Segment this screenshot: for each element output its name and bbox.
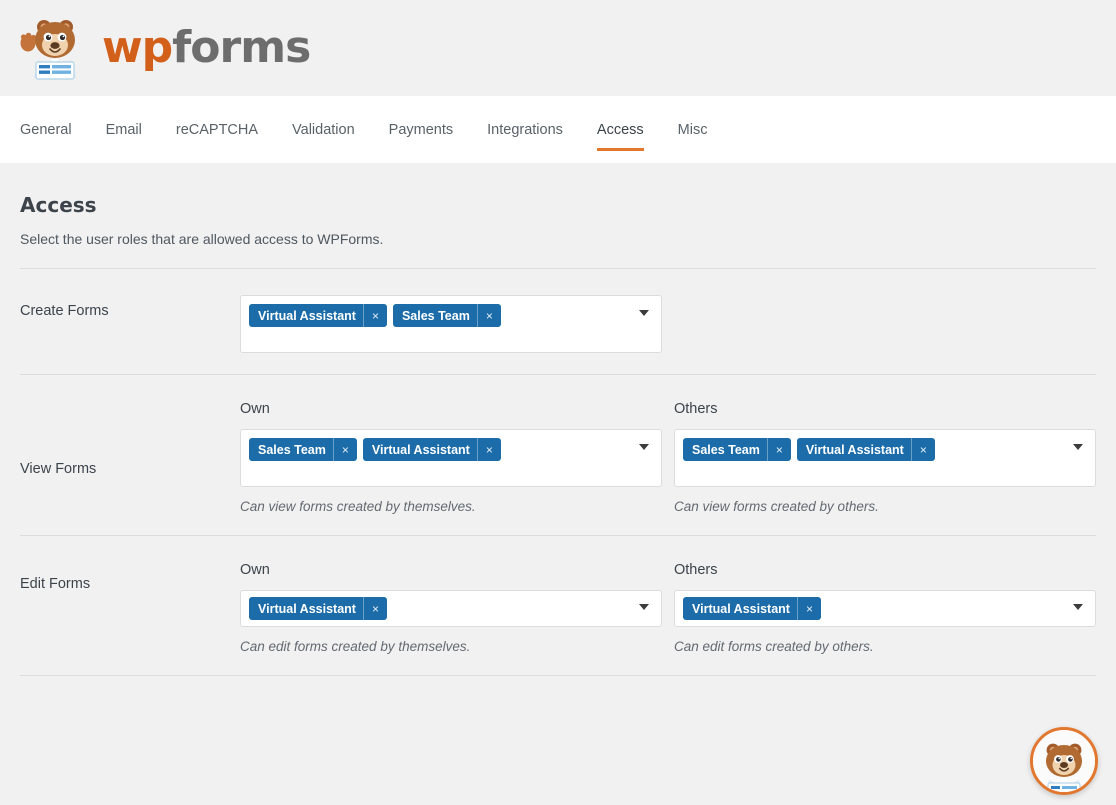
tab-payments[interactable]: Payments (372, 96, 470, 163)
remove-tag-icon[interactable]: × (910, 438, 935, 461)
field-column: Others Virtual Assistant × Can edit forms c… (674, 562, 1096, 654)
setting-row-label: View Forms (20, 461, 97, 477)
chevron-down-icon[interactable] (1073, 604, 1083, 610)
remove-tag-icon[interactable]: × (796, 597, 821, 620)
role-tag-label: Virtual Assistant (692, 601, 790, 616)
role-tag: Virtual Assistant × (683, 597, 821, 620)
remove-tag-icon[interactable]: × (362, 597, 387, 620)
remove-tag-icon[interactable]: × (766, 438, 791, 461)
help-bear-icon (1033, 730, 1095, 792)
tab-recaptcha[interactable]: reCAPTCHA (159, 96, 275, 163)
wpforms-bear-logo-icon (20, 20, 76, 80)
field-column-heading: Others (674, 562, 718, 578)
selected-tags: Virtual Assistant × (683, 597, 1061, 620)
setting-row: View Forms Own Sales Team × Virtual Assistan… (20, 375, 1096, 514)
page-heading-block: Access Select the user roles that are al… (20, 163, 1096, 247)
role-multiselect[interactable]: Sales Team × Virtual Assistant × (240, 429, 662, 487)
field-column-spacer (674, 295, 1096, 353)
settings-tabs: General Email reCAPTCHA Validation Payments I… (0, 96, 1116, 163)
field-help-text: Can view forms created by others. (674, 499, 879, 514)
settings-content: Access Select the user roles that are al… (0, 163, 1116, 676)
tab-integrations[interactable]: Integrations (470, 96, 580, 163)
remove-tag-icon[interactable]: × (476, 438, 501, 461)
role-multiselect[interactable]: Virtual Assistant × Sales Team × (240, 295, 662, 353)
field-column-heading: Own (240, 562, 270, 578)
field-column-heading: Others (674, 401, 718, 417)
role-tag-label: Virtual Assistant (258, 308, 356, 323)
role-tag-label: Virtual Assistant (258, 601, 356, 616)
setting-row: Create Forms Virtual Assistant × Sales Team… (20, 269, 1096, 353)
field-column: Others Sales Team × Virtual Assistant × Can v… (674, 401, 1096, 514)
role-tag: Sales Team × (249, 438, 357, 461)
page-description: Select the user roles that are allowed a… (20, 231, 384, 247)
remove-tag-icon[interactable]: × (332, 438, 357, 461)
logo-text-forms: forms (172, 22, 311, 73)
role-tag: Virtual Assistant × (796, 438, 935, 461)
role-multiselect[interactable]: Virtual Assistant × (240, 590, 662, 627)
role-tag-label: Virtual Assistant (371, 442, 470, 457)
help-bear-button[interactable] (1030, 727, 1098, 795)
setting-row-label: Create Forms (20, 303, 109, 319)
chevron-down-icon[interactable] (1073, 444, 1083, 450)
role-tag: Virtual Assistant × (362, 438, 501, 461)
wpforms-wordmark: wpforms (102, 26, 311, 70)
section-divider (20, 675, 1096, 676)
role-tag: Virtual Assistant × (249, 597, 387, 620)
selected-tags: Sales Team × Virtual Assistant × (683, 438, 1061, 461)
role-tag-label: Sales Team (401, 308, 470, 323)
setting-row: Edit Forms Own Virtual Assistant × Can edit … (20, 536, 1096, 654)
remove-tag-icon[interactable]: × (476, 304, 501, 327)
selected-tags: Virtual Assistant × Sales Team × (249, 304, 627, 327)
remove-tag-icon[interactable]: × (362, 304, 387, 327)
field-help-text: Can edit forms created by others. (674, 639, 874, 654)
role-tag: Sales Team × (392, 304, 501, 327)
role-tag-label: Sales Team (258, 442, 326, 457)
role-tag-label: Sales Team (692, 442, 760, 457)
tab-access[interactable]: Access (580, 96, 661, 163)
role-tag: Virtual Assistant × (249, 304, 387, 327)
wpforms-logo: wpforms (18, 16, 311, 80)
field-column-heading: Own (240, 401, 270, 417)
field-help-text: Can view forms created by themselves. (240, 499, 476, 514)
logo-text-wp: wp (102, 22, 173, 73)
page-title: Access (20, 193, 97, 217)
field-column: Own Sales Team × Virtual Assistant × Can view… (240, 401, 662, 514)
tab-validation[interactable]: Validation (275, 96, 372, 163)
field-help-text: Can edit forms created by themselves. (240, 639, 471, 654)
tab-general[interactable]: General (20, 96, 89, 163)
role-tag: Sales Team × (683, 438, 791, 461)
setting-row-fields: Virtual Assistant × Sales Team × (240, 295, 1096, 353)
role-multiselect[interactable]: Virtual Assistant × (674, 590, 1096, 627)
role-multiselect[interactable]: Sales Team × Virtual Assistant × (674, 429, 1096, 487)
chevron-down-icon[interactable] (639, 604, 649, 610)
tab-email[interactable]: Email (89, 96, 159, 163)
field-column: Virtual Assistant × Sales Team × (240, 295, 662, 353)
selected-tags: Sales Team × Virtual Assistant × (249, 438, 627, 461)
page-header: wpforms (0, 0, 1116, 96)
settings-rows: Create Forms Virtual Assistant × Sales Team… (20, 269, 1096, 676)
chevron-down-icon[interactable] (639, 444, 649, 450)
role-tag-label: Virtual Assistant (805, 442, 904, 457)
selected-tags: Virtual Assistant × (249, 597, 627, 620)
tab-misc[interactable]: Misc (661, 96, 725, 163)
setting-row-fields: Own Sales Team × Virtual Assistant × Can view… (240, 401, 1096, 514)
field-column: Own Virtual Assistant × Can edit forms crea… (240, 562, 662, 654)
setting-row-fields: Own Virtual Assistant × Can edit forms crea… (240, 562, 1096, 654)
setting-row-label: Edit Forms (20, 576, 91, 592)
chevron-down-icon[interactable] (639, 310, 649, 316)
